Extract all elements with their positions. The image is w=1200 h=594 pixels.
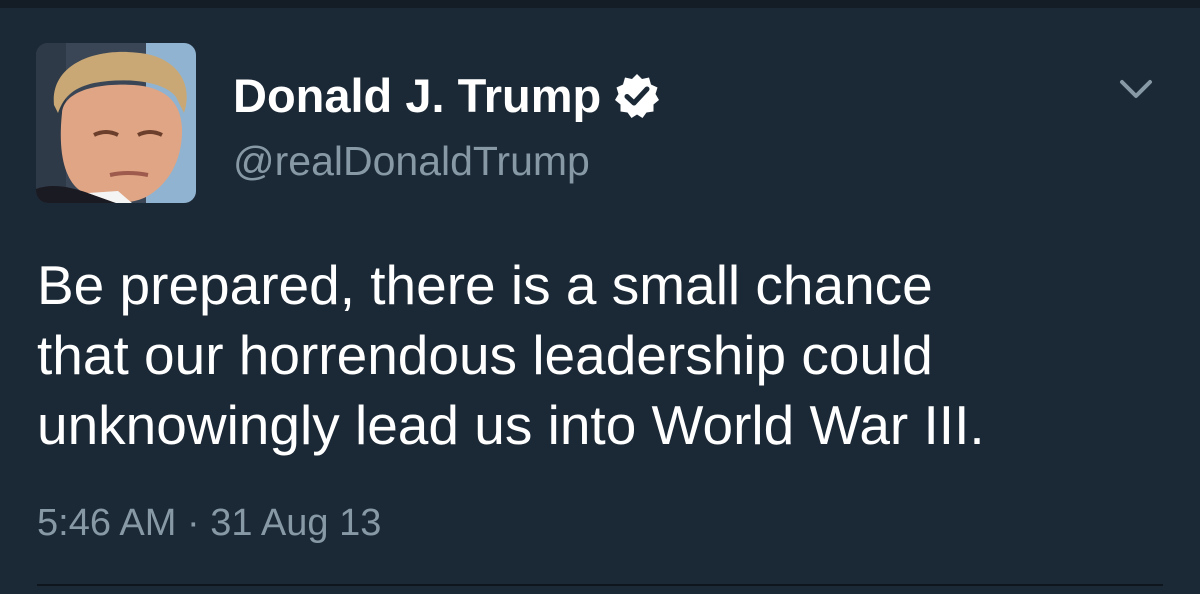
tweet-timestamp[interactable]: 5:46 AM · 31 Aug 13 bbox=[37, 500, 381, 546]
tweet-text: Be prepared, there is a small chance tha… bbox=[37, 254, 985, 456]
avatar-image bbox=[36, 43, 196, 203]
tweet-card: Donald J. Trump @realDonaldTrump Be prep… bbox=[0, 8, 1200, 594]
top-bar-strip bbox=[0, 0, 1200, 8]
display-name-row: Donald J. Trump bbox=[233, 66, 661, 126]
avatar[interactable] bbox=[36, 43, 196, 203]
user-handle[interactable]: @realDonaldTrump bbox=[233, 136, 590, 186]
verified-badge-icon bbox=[613, 72, 661, 120]
display-name[interactable]: Donald J. Trump bbox=[233, 66, 601, 126]
chevron-down-icon[interactable] bbox=[1116, 74, 1156, 104]
divider bbox=[37, 584, 1163, 586]
